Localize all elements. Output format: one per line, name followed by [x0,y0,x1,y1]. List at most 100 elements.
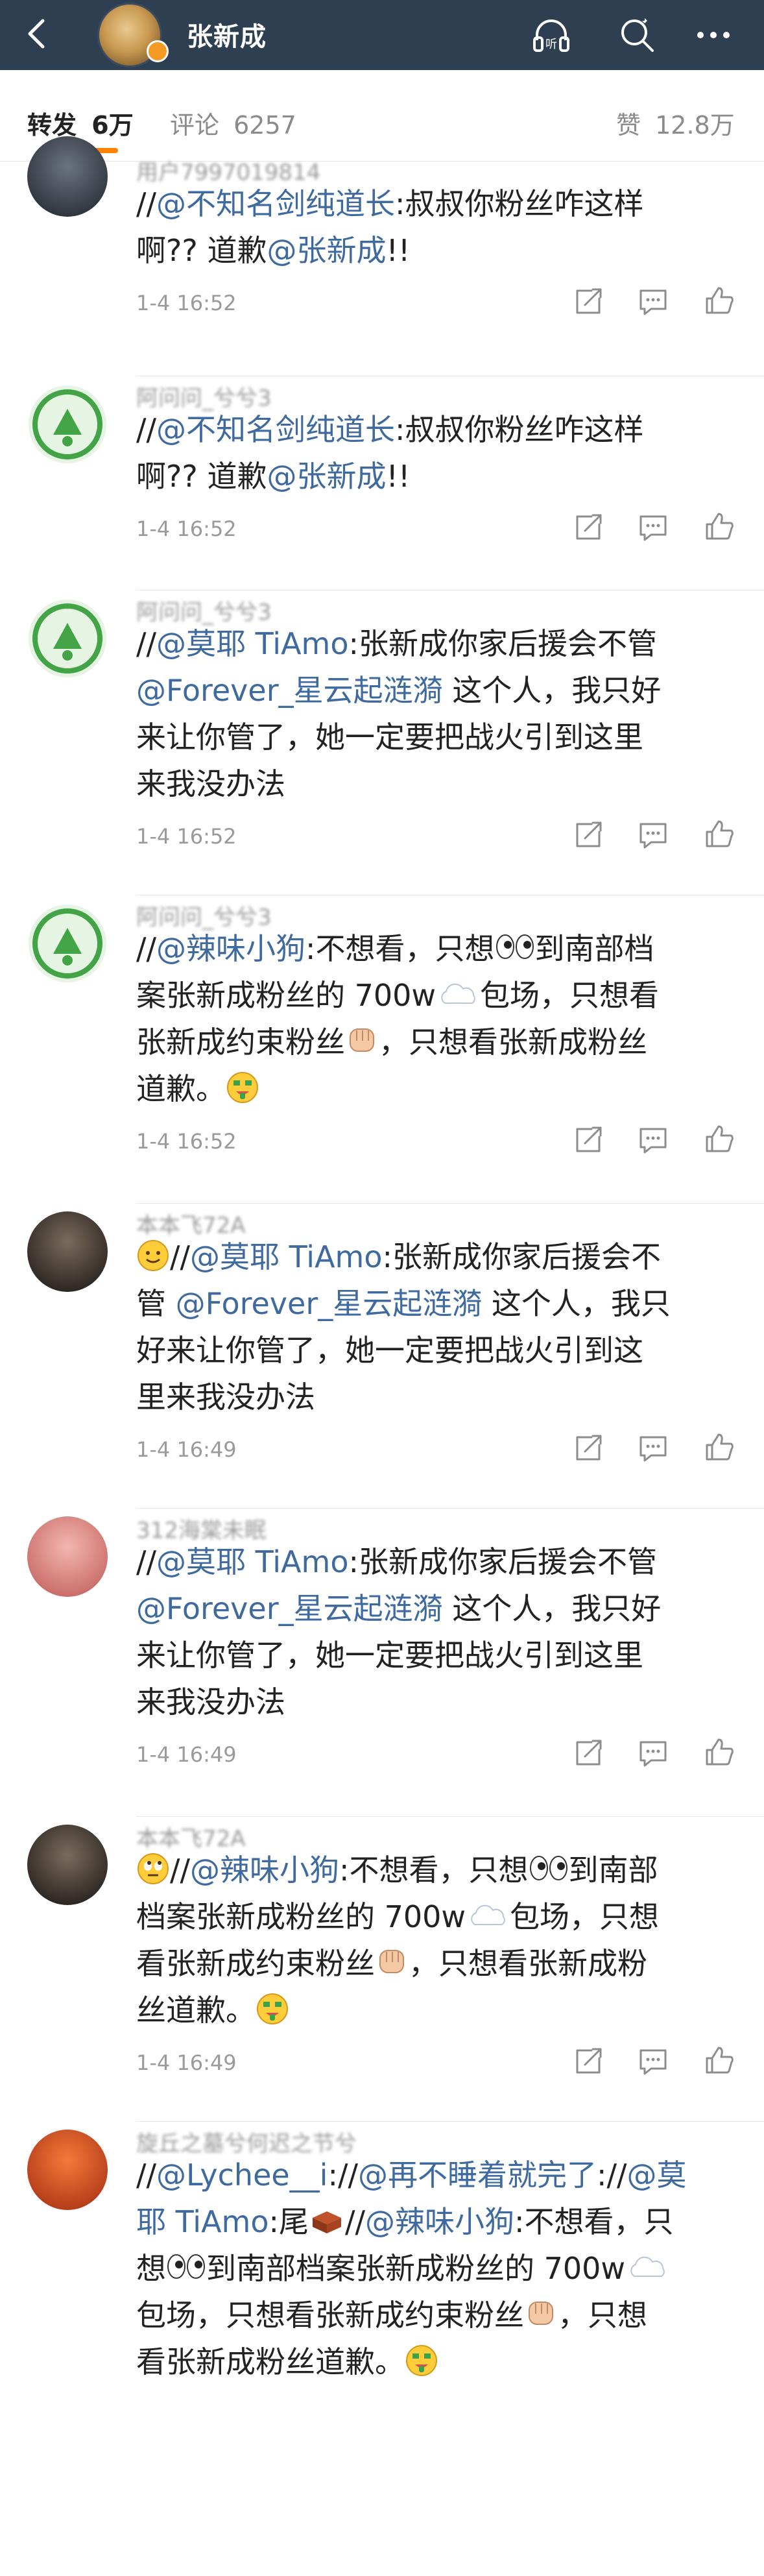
repost-icon[interactable] [572,1432,604,1464]
eyes-emoji-icon [167,2254,205,2279]
tab-reposts[interactable]: 转发 6万 [27,105,134,141]
text-segment: 这个人，我只好 [442,1591,662,1626]
text-segment: 啊?? 道歉 [136,459,267,494]
rolleyes-emoji-icon [137,1853,169,1884]
text-line: 看张新成粉丝道歉。 [136,2339,726,2385]
text-segment: 来让你管了，她一定要把战火引到这里 [136,720,643,755]
text-line: 里来我没办法 [136,1374,726,1420]
timestamp: 1-4 16:49 [136,1742,237,1767]
text-segment: ，只想看张新成粉丝 [379,1025,647,1060]
comment-icon[interactable] [637,2045,669,2078]
repost-icon[interactable] [572,2045,604,2078]
user-avatar[interactable] [27,1825,108,1905]
user-avatar[interactable] [27,2130,108,2210]
mention-link[interactable]: @不知名剑纯道长 [156,186,395,221]
tab-likes-count: 12.8万 [655,111,735,140]
text-line: 啊?? 道歉@张新成!! [136,453,726,500]
user-avatar[interactable] [27,1516,108,1597]
user-avatar[interactable] [27,1211,108,1292]
repost-text: //@辣味小狗:不想看，只想 到南部档案张新成粉丝的 700w 包场，只想看张新成约… [136,1847,726,2034]
brick-emoji-icon [313,2211,342,2233]
mention-link[interactable]: @莫耶 TiAmo [190,1239,383,1274]
repost-item: 312海棠未眠//@莫耶 TiAmo:张新成你家后援会不管 @Forever_星云… [0,1509,764,1817]
text-segment: 里来我没办法 [136,1379,315,1415]
repost-icon[interactable] [572,819,604,851]
like-icon[interactable] [703,284,735,317]
text-line: @Forever_星云起涟漪 这个人，我只好 [136,667,726,714]
user-avatar[interactable] [27,598,108,679]
text-segment: // [136,626,156,661]
like-icon[interactable] [703,1123,735,1155]
text-line: //@莫耶 TiAmo:张新成你家后援会不管 [136,1538,726,1585]
text-line: 好来让你管了，她一定要把战火引到这 [136,1327,726,1374]
mention-link[interactable]: @张新成 [267,233,386,268]
text-segment: ，只想 [558,2298,647,2333]
comment-icon[interactable] [637,1432,669,1464]
mention-link[interactable]: @莫耶 TiAmo [156,1544,349,1579]
listen-icon[interactable]: 听 [531,14,572,56]
like-icon[interactable] [703,510,735,542]
like-icon[interactable] [703,2044,735,2076]
mention-link[interactable]: @Forever_星云起涟漪 [136,1591,443,1626]
comment-icon[interactable] [637,819,669,851]
mention-link[interactable]: @Forever_星云起涟漪 [136,673,443,708]
mention-link[interactable]: @辣味小狗 [156,931,305,966]
text-segment: // [345,2204,366,2239]
more-icon[interactable] [693,14,734,56]
text-line: 啊?? 道歉@张新成!! [136,227,726,274]
text-line: //@辣味小狗:不想看，只想 到南部 [136,1847,726,1893]
tab-likes[interactable]: 赞 12.8万 [616,105,735,141]
repost-item: 本本飞72A//@辣味小狗:不想看，只想 到南部 档案张新成粉丝的 700w 包场，只… [0,1817,764,2122]
eyes-emoji-icon [495,934,534,959]
tab-comments[interactable]: 评论 6257 [170,105,296,141]
text-segment: !! [386,459,411,494]
repost-icon[interactable] [572,286,604,318]
mention-link[interactable]: @再不睡着就完了 [358,2157,597,2193]
repost-text: //@莫耶 TiAmo:张新成你家后援会不管 @Forever_星云起涟漪 这个… [136,1233,726,1420]
text-line: 耶 TiAmo:尾 //@辣味小狗:不想看，只 [136,2198,726,2245]
text-segment: // [136,412,156,447]
comment-icon[interactable] [637,286,669,318]
text-line: //@辣味小狗:不想看，只想 到南部档 [136,925,726,972]
mention-link[interactable]: @莫 [627,2157,686,2193]
mention-link[interactable]: @不知名剑纯道长 [156,412,395,447]
text-segment: 道歉。 [136,1071,226,1106]
text-segment: 这个人，我只 [482,1286,671,1321]
like-icon[interactable] [703,818,735,850]
back-icon[interactable] [18,14,57,53]
comment-icon[interactable] [637,1737,669,1769]
eyes-emoji-icon [529,1856,567,1880]
search-icon[interactable] [616,14,658,56]
like-icon[interactable] [703,1736,735,1768]
mention-link[interactable]: @张新成 [267,459,386,494]
mention-link[interactable]: @辣味小狗 [365,2204,514,2239]
mention-link[interactable]: @辣味小狗 [190,1853,339,1888]
repost-text: //@Lychee__i://@再不睡着就完了://@莫耶 TiAmo:尾//@… [136,2152,726,2385]
mention-link[interactable]: @Forever_星云起涟漪 [176,1286,483,1321]
comment-icon[interactable] [637,511,669,544]
mention-link[interactable]: @Lychee__i [156,2157,328,2193]
text-line: //@莫耶 TiAmo:张新成你家后援会不 [136,1233,726,1280]
comment-icon[interactable] [637,1124,669,1156]
text-line: 来让你管了，她一定要把战火引到这里 [136,1632,726,1679]
repost-icon[interactable] [572,511,604,544]
text-segment: :// [328,2157,358,2193]
text-segment: // [136,186,156,221]
text-segment: :叔叔你粉丝咋这样 [395,412,644,447]
text-segment: 到南部档案张新成粉丝的 700w [206,2251,626,2286]
user-avatar[interactable] [27,903,108,984]
timestamp: 1-4 16:52 [136,516,237,541]
like-icon[interactable] [703,1431,735,1463]
repost-icon[interactable] [572,1737,604,1769]
repost-icon[interactable] [572,1124,604,1156]
text-line: 道歉。 [136,1065,726,1112]
text-segment: 这个人，我只好 [442,673,662,708]
repost-text: //@莫耶 TiAmo:张新成你家后援会不管 @Forever_星云起涟漪 这个人… [136,1538,726,1725]
user-avatar[interactable] [27,384,108,465]
mention-link[interactable]: @莫耶 TiAmo [156,626,349,661]
user-avatar[interactable] [27,136,108,217]
text-segment: 管 [136,1286,176,1321]
text-segment: 来让你管了，她一定要把战火引到这里 [136,1638,643,1673]
mention-link[interactable]: 耶 TiAmo [136,2204,269,2239]
text-segment: 包场，只想 [510,1899,660,1934]
